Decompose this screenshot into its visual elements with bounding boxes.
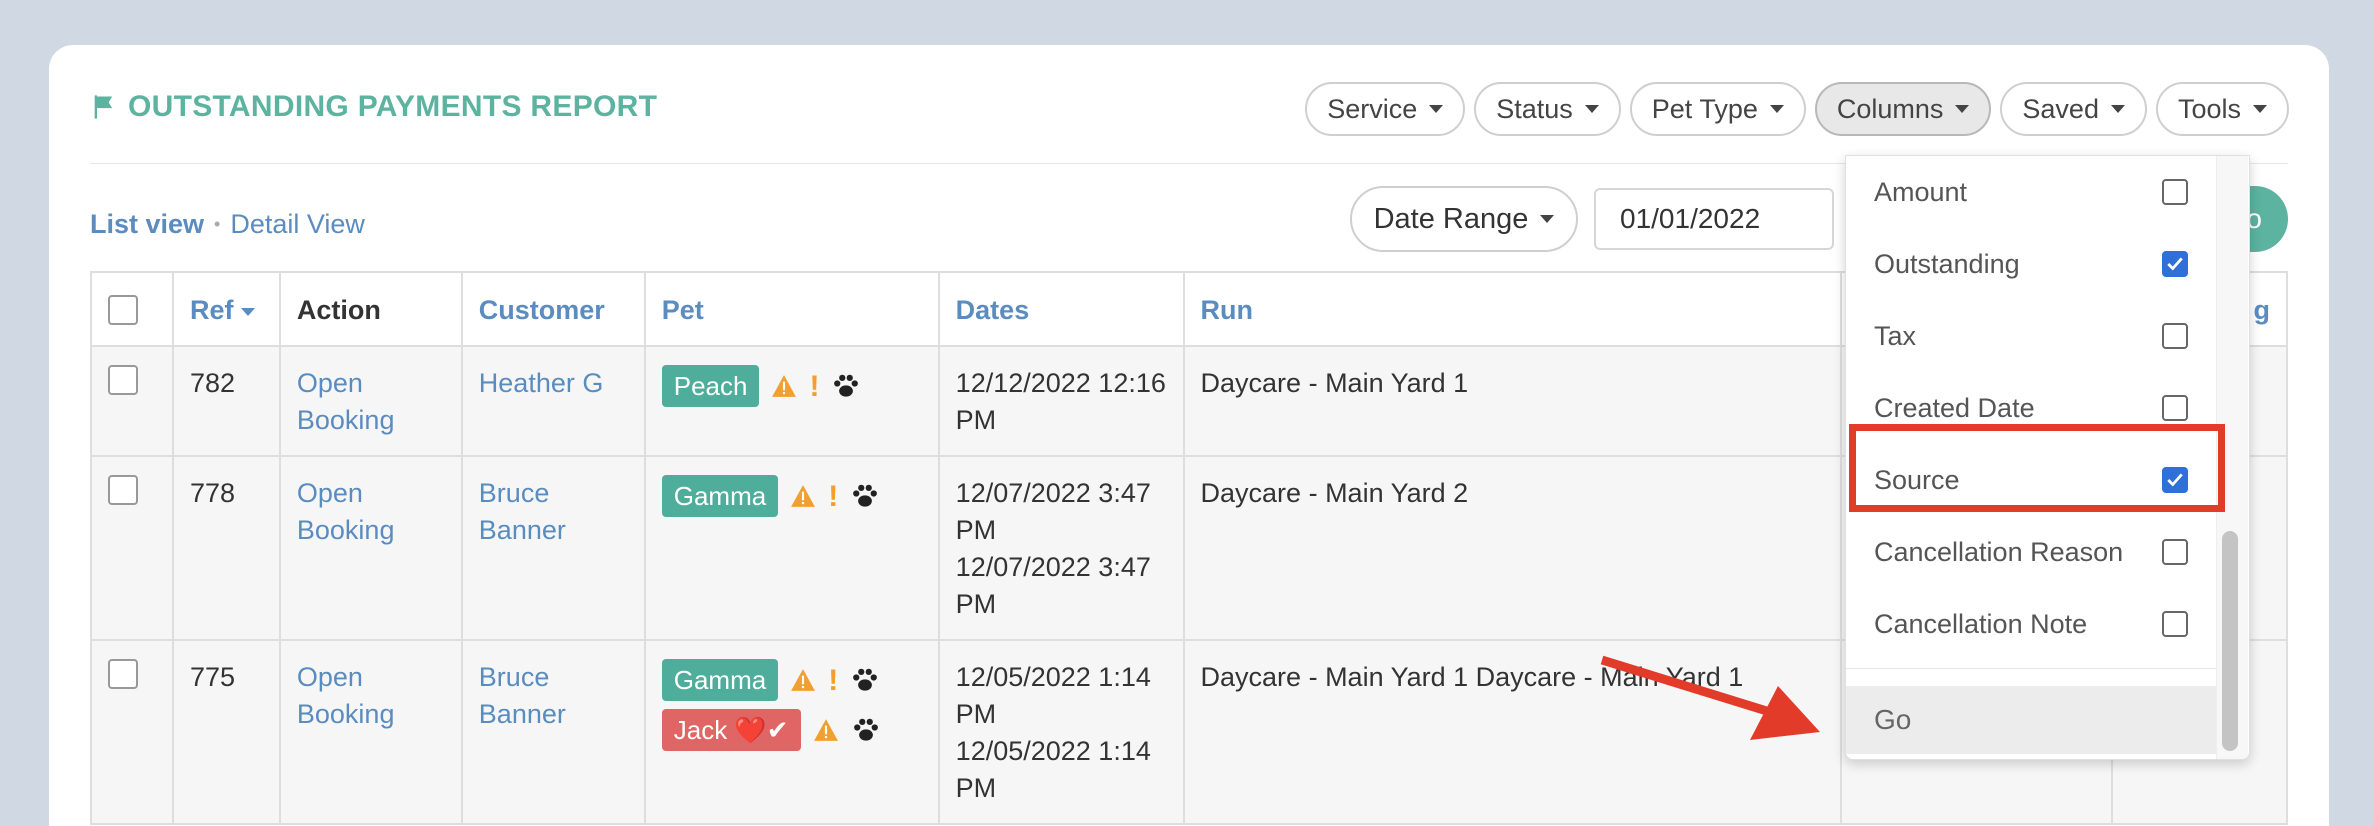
- dates-cell: 12/05/2022 1:14 PM 12/05/2022 1:14 PM: [937, 639, 1185, 825]
- customer-link[interactable]: Heather G: [460, 345, 646, 457]
- col-ref[interactable]: Ref: [171, 271, 281, 347]
- paw-icon: [853, 484, 878, 507]
- column-option-cancellation-reason[interactable]: Cancellation Reason: [1846, 516, 2216, 588]
- separator-dot: •: [214, 214, 221, 234]
- customer-link[interactable]: Bruce Banner: [460, 639, 646, 825]
- row-checkbox[interactable]: [108, 659, 138, 689]
- pet-tag[interactable]: Peach: [661, 365, 760, 407]
- column-checkbox[interactable]: [2162, 179, 2188, 205]
- date-start: 12/07/2022 3:47 PM: [955, 478, 1151, 545]
- view-switcher: List view • Detail View: [90, 209, 365, 240]
- warning-icon: [791, 485, 816, 507]
- open-booking-link[interactable]: Open Booking: [278, 639, 463, 825]
- column-checkbox[interactable]: [2162, 323, 2188, 349]
- filter-bar: Service Status Pet Type Columns Saved To…: [1305, 82, 2289, 136]
- pet-tag[interactable]: Gamma: [661, 659, 779, 701]
- flag-icon: [94, 95, 113, 119]
- column-option-amount[interactable]: Amount: [1846, 156, 2216, 228]
- sort-desc-icon: [241, 307, 256, 316]
- customer-link[interactable]: Bruce Banner: [460, 455, 646, 641]
- date-end: 12/05/2022 1:14 PM: [955, 736, 1151, 803]
- filter-pet-type[interactable]: Pet Type: [1629, 82, 1806, 136]
- scrollbar-thumb[interactable]: [2222, 531, 2238, 751]
- column-checkbox[interactable]: [2162, 539, 2188, 565]
- pet-cell: Peach !: [643, 345, 940, 457]
- warning-icon: [791, 669, 816, 691]
- list-view-link[interactable]: List view: [90, 209, 204, 240]
- open-booking-link[interactable]: Open Booking: [278, 455, 463, 641]
- report-title: OUTSTANDING PAYMENTS REPORT: [90, 90, 657, 124]
- date-end: 12/07/2022 3:47 PM: [955, 552, 1151, 619]
- report-title-text: OUTSTANDING PAYMENTS REPORT: [128, 90, 658, 123]
- ref-cell: 778: [171, 455, 281, 641]
- col-run[interactable]: Run: [1182, 271, 1842, 347]
- caret-down-icon: [1540, 215, 1555, 223]
- checkmark-icon: [2167, 257, 2183, 271]
- ref-cell: 775: [171, 639, 281, 825]
- caret-down-icon: [2253, 105, 2267, 113]
- dates-cell: 12/12/2022 12:16 PM: [937, 345, 1185, 457]
- annotation-arrow-icon: [1600, 655, 1820, 740]
- run-cell: Daycare - Main Yard 1: [1182, 345, 1842, 457]
- dropdown-divider: [1846, 668, 2216, 669]
- date-range-button[interactable]: Date Range: [1350, 186, 1578, 252]
- column-option-cancellation-note[interactable]: Cancellation Note: [1846, 588, 2216, 660]
- col-action: Action: [278, 271, 463, 347]
- detail-view-link[interactable]: Detail View: [230, 209, 365, 240]
- col-dates[interactable]: Dates: [937, 271, 1185, 347]
- annotation-highlight-box: [1849, 424, 2225, 512]
- select-all-checkbox[interactable]: [108, 295, 138, 325]
- filter-saved[interactable]: Saved: [2000, 82, 2147, 136]
- pet-cell: Gamma !: [643, 455, 940, 641]
- col-pet[interactable]: Pet: [643, 271, 940, 347]
- row-select-cell: [90, 345, 174, 457]
- alert-icon: !: [828, 663, 839, 697]
- filter-service[interactable]: Service: [1305, 82, 1466, 136]
- caret-down-icon: [1584, 105, 1599, 113]
- column-checkbox[interactable]: [2162, 251, 2188, 277]
- column-option-tax[interactable]: Tax: [1846, 300, 2216, 372]
- col-customer[interactable]: Customer: [460, 271, 646, 347]
- start-date-input[interactable]: 01/01/2022: [1594, 188, 1834, 250]
- pet-cell: Gamma ! Jack ❤️✔: [643, 639, 940, 825]
- run-cell: Daycare - Main Yard 2: [1182, 455, 1842, 641]
- open-booking-link[interactable]: Open Booking: [278, 345, 463, 457]
- filter-columns[interactable]: Columns: [1814, 82, 1992, 136]
- dates-cell: 12/07/2022 3:47 PM 12/07/2022 3:47 PM: [937, 455, 1185, 641]
- paw-icon: [853, 668, 878, 691]
- column-checkbox[interactable]: [2162, 611, 2188, 637]
- row-checkbox[interactable]: [108, 475, 138, 505]
- filter-status[interactable]: Status: [1474, 82, 1621, 136]
- column-option-outstanding[interactable]: Outstanding: [1846, 228, 2216, 300]
- columns-go-button[interactable]: Go: [1846, 686, 2216, 754]
- pet-tag[interactable]: Jack ❤️✔: [661, 709, 801, 751]
- caret-down-icon: [2110, 105, 2125, 113]
- pet-tag[interactable]: Gamma: [661, 475, 779, 517]
- caret-down-icon: [1769, 105, 1784, 113]
- alert-icon: !: [809, 369, 820, 403]
- filter-tools[interactable]: Tools: [2155, 82, 2289, 136]
- warning-icon: [813, 719, 838, 741]
- caret-down-icon: [1429, 105, 1444, 113]
- ref-cell: 782: [171, 345, 281, 457]
- paw-icon: [853, 718, 878, 741]
- column-checkbox[interactable]: [2162, 395, 2188, 421]
- date-start: 12/05/2022 1:14 PM: [955, 662, 1151, 729]
- row-select-cell: [90, 639, 174, 825]
- caret-down-icon: [1955, 105, 1970, 113]
- warning-icon: [772, 375, 797, 397]
- alert-icon: !: [828, 479, 839, 513]
- select-all-cell: [90, 271, 174, 347]
- paw-icon: [834, 374, 859, 397]
- row-checkbox[interactable]: [108, 365, 138, 395]
- row-select-cell: [90, 455, 174, 641]
